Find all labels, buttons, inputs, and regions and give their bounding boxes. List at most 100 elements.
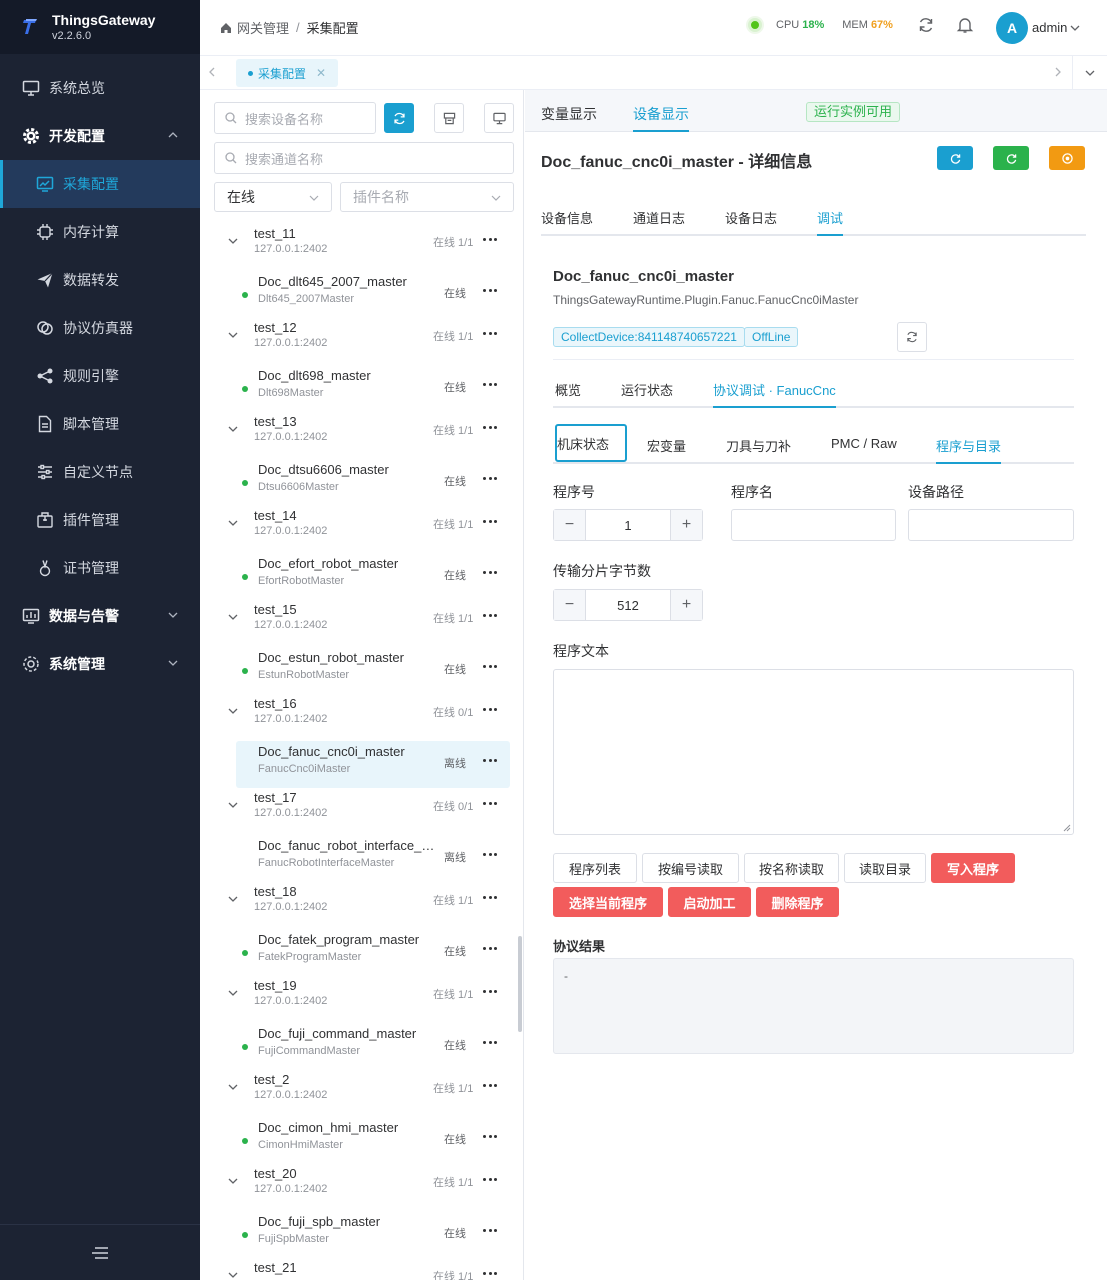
tab-tool-offset[interactable]: 刀具与刀补 [726,436,791,455]
more-icon[interactable] [483,614,497,618]
tree-scrollbar[interactable] [518,936,522,1032]
sidebar-item-cert-manage[interactable]: 证书管理 [0,544,200,592]
tab-channel-log[interactable]: 通道日志 [633,208,685,227]
chevron-down-icon[interactable] [228,1176,238,1186]
device-item[interactable]: Doc_efort_robot_master EfortRobotMaster 在线 [200,553,518,600]
plugin-button[interactable] [434,103,464,133]
more-icon[interactable] [483,759,497,763]
program-name-input[interactable] [731,509,896,541]
more-icon[interactable] [483,477,497,481]
sidebar-item-script-manage[interactable]: 脚本管理 [0,400,200,448]
more-icon[interactable] [483,332,497,336]
more-icon[interactable] [483,947,497,951]
chevron-down-icon[interactable] [228,330,238,340]
read-directory-button[interactable]: 读取目录 [844,853,926,883]
device-item[interactable]: Doc_cimon_hmi_master CimonHmiMaster 在线 [200,1117,518,1164]
more-icon[interactable] [483,1084,497,1088]
tab-device-log[interactable]: 设备日志 [725,208,777,227]
device-item[interactable]: Doc_dtsu6606_master Dtsu6606Master 在线 [200,459,518,506]
stop-button[interactable] [1049,146,1085,170]
device-item[interactable]: Doc_dlt698_master Dlt698Master 在线 [200,365,518,412]
chevron-down-icon[interactable] [228,894,238,904]
tab-program-directory[interactable]: 程序与目录 [936,436,1002,464]
channel-group[interactable]: test_18 127.0.0.1:2402 在线 1/1 [200,882,518,929]
avatar[interactable]: A [996,12,1028,44]
chevron-down-icon[interactable] [228,236,238,246]
program-no-value[interactable]: 1 [586,510,670,540]
chevron-down-icon[interactable] [228,800,238,810]
more-icon[interactable] [483,665,497,669]
sidebar-item-plugin-manage[interactable]: 插件管理 [0,496,200,544]
more-icon[interactable] [483,990,497,994]
more-icon[interactable] [483,1041,497,1045]
chevron-down-icon[interactable] [228,612,238,622]
select-current-program-button[interactable]: 选择当前程序 [553,887,663,917]
chevron-down-icon[interactable] [228,518,238,528]
write-program-button[interactable]: 写入程序 [931,853,1015,883]
channel-group[interactable]: test_14 127.0.0.1:2402 在线 1/1 [200,506,518,553]
channel-group[interactable]: test_19 127.0.0.1:2402 在线 1/1 [200,976,518,1023]
decrement-button[interactable]: − [554,510,586,540]
display-button[interactable] [484,103,514,133]
status-select[interactable]: 在线 [214,182,332,212]
sidebar-item-memory-compute[interactable]: 内存计算 [0,208,200,256]
chevron-down-icon[interactable] [228,988,238,998]
tab-debug[interactable]: 调试 [817,208,844,236]
device-item[interactable]: Doc_dlt645_2007_master Dlt645_2007Master 在… [200,271,518,318]
tab-macro-variables[interactable]: 宏变量 [647,436,686,455]
read-by-number-button[interactable]: 按编号读取 [642,853,739,883]
more-icon[interactable] [483,383,497,387]
tab-runtime-status[interactable]: 运行状态 [621,380,673,399]
decrement-button[interactable]: − [554,590,586,620]
sidebar-item-overview[interactable]: 系统总览 [0,64,200,112]
read-by-name-button[interactable]: 按名称读取 [744,853,839,883]
sidebar-item-dev-config[interactable]: 开发配置 [0,112,200,160]
collapse-sidebar-button[interactable] [0,1224,200,1280]
program-list-button[interactable]: 程序列表 [553,853,637,883]
delete-program-button[interactable]: 删除程序 [756,887,839,917]
device-path-input[interactable] [908,509,1074,541]
device-item[interactable]: Doc_fanuc_robot_interface_m... FanucRobot… [200,835,518,882]
more-icon[interactable] [483,1178,497,1182]
more-icon[interactable] [483,520,497,524]
sidebar-item-system-manage[interactable]: 系统管理 [0,640,200,688]
chevron-down-icon[interactable] [228,1270,238,1280]
increment-button[interactable]: + [670,590,702,620]
chunk-size-stepper[interactable]: − 512 + [553,589,703,621]
sidebar-item-protocol-simulator[interactable]: 协议仿真器 [0,304,200,352]
device-item[interactable]: Doc_estun_robot_master EstunRobotMaster 在线 [200,647,518,694]
chevron-down-icon[interactable] [228,424,238,434]
sidebar-item-rule-engine[interactable]: 规则引擎 [0,352,200,400]
refresh-button[interactable] [384,103,414,133]
more-icon[interactable] [483,708,497,712]
chevron-down-icon[interactable] [228,706,238,716]
device-item[interactable]: Doc_fuji_command_master FujiCommandMaster… [200,1023,518,1070]
tab-device-display[interactable]: 设备显示 [633,104,689,132]
chevron-down-icon[interactable] [228,1082,238,1092]
more-icon[interactable] [483,1229,497,1233]
tab-device-info[interactable]: 设备信息 [541,208,593,227]
chevron-down-icon[interactable] [1070,23,1080,33]
device-item[interactable]: Doc_fuji_spb_master FujiSpbMaster 在线 [200,1211,518,1258]
program-no-stepper[interactable]: − 1 + [553,509,703,541]
program-text-area[interactable] [553,669,1074,835]
tab-overview[interactable]: 概览 [555,380,581,399]
channel-group[interactable]: test_15 127.0.0.1:2402 在线 1/1 [200,600,518,647]
restart-button[interactable] [993,146,1029,170]
tab-variable-display[interactable]: 变量显示 [541,104,597,124]
bell-icon[interactable] [956,16,974,34]
tab-machine-status[interactable]: 机床状态 [555,424,627,462]
chevron-left-icon[interactable] [208,67,216,77]
refresh-status-button[interactable] [897,322,927,352]
start-machining-button[interactable]: 启动加工 [668,887,751,917]
more-icon[interactable] [483,426,497,430]
username[interactable]: admin [1032,20,1067,35]
tab-protocol-debug[interactable]: 协议调试 · FanucCnc [713,380,836,408]
channel-group[interactable]: test_13 127.0.0.1:2402 在线 1/1 [200,412,518,459]
tab-pmc-raw[interactable]: PMC / Raw [831,436,897,451]
refresh-icon[interactable] [918,17,934,33]
more-icon[interactable] [483,802,497,806]
channel-group[interactable]: test_21 在线 1/1 [200,1258,518,1280]
tab-collect-config[interactable]: 采集配置 ✕ [236,59,339,87]
more-icon[interactable] [483,853,497,857]
